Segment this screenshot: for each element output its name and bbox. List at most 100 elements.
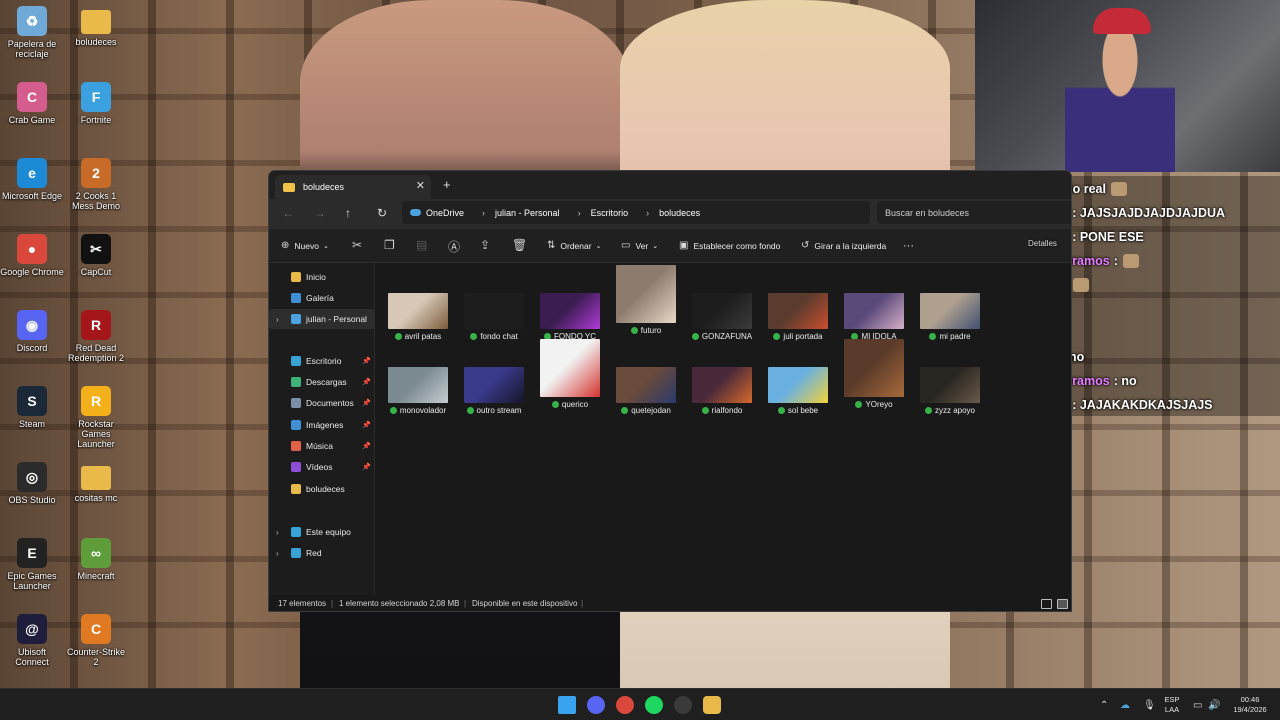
file-item[interactable]: monovolador [383,367,453,415]
refresh-icon[interactable]: ↻ [377,206,387,220]
sidebar-item-escritorio[interactable]: Escritorio 📌 [269,351,375,371]
file-item[interactable]: mi padre [915,293,985,341]
more-options-button[interactable]: ··· [903,240,914,252]
chevron-right-icon[interactable]: › [276,528,279,537]
cut-icon[interactable]: ✂ [352,238,362,252]
volume-icon[interactable]: 🔊 [1208,700,1220,711]
taskbar-chrome-button[interactable] [616,696,634,714]
desktop-icon-ubisoft[interactable]: @ Ubisoft Connect [0,614,64,667]
sidebar-item-galer-a[interactable]: Galería [269,288,375,308]
taskbar-file-explorer-button[interactable] [703,696,721,714]
language-indicator[interactable]: ESP LAA [1160,695,1184,715]
file-item[interactable]: rialfondo [687,367,757,415]
desktop-icon-recycle-bin[interactable]: ♻ Papelera de reciclaje [0,6,64,59]
sidebar-item-boludeces[interactable]: boludeces [269,479,375,499]
new-tab-button[interactable]: + [443,177,451,192]
desktop-icon-folder[interactable]: boludeces [64,6,128,47]
sidebar-item-documentos[interactable]: Documentos 📌 [269,393,375,413]
file-item[interactable]: juli portada [763,293,833,341]
desktop-icon-crab-game[interactable]: C Crab Game [0,82,64,125]
desktop-icon-cs2[interactable]: C Counter-Strike 2 [64,614,128,667]
file-item[interactable]: GONZAFUNA [687,293,757,341]
large-icons-view-toggle-icon[interactable] [1057,599,1068,609]
file-item[interactable]: querico [535,339,605,409]
desktop-icon-chrome[interactable]: ● Google Chrome [0,234,64,277]
desktop-icon-edge[interactable]: e Microsoft Edge [0,158,64,201]
desktop-icon-epic-games[interactable]: E Epic Games Launcher [0,538,64,591]
desktop-icon-discord[interactable]: ◉ Discord [0,310,64,353]
chevron-right-icon[interactable]: › [276,315,279,324]
status-divider: | [581,599,584,608]
sidebar-item-m-sica[interactable]: Música 📌 [269,436,375,456]
clock[interactable]: 00:46 19/4/2026 [1224,695,1276,715]
up-arrow-icon[interactable]: ↑ [345,206,351,220]
file-item[interactable]: futuro [611,265,681,335]
taskbar-start-button[interactable] [558,696,576,714]
file-item[interactable]: YOreyo [839,339,909,409]
rotate-left-button[interactable]: ↺ Girar a la izquierda [801,240,886,251]
sidebar-item-im-genes[interactable]: Imágenes 📌 [269,415,375,435]
network-icon [291,548,301,558]
sidebar-item-descargas[interactable]: Descargas 📌 [269,372,375,392]
desktop-icon-fortnite[interactable]: F Fortnite [64,82,128,125]
desktop-icon-cooks-game[interactable]: 2 2 Cooks 1 Mess Demo [64,158,128,211]
view-button[interactable]: ▭ Ver ⌄ [621,240,658,251]
desktop-icon-capcut[interactable]: ✂ CapCut [64,234,128,277]
network-icon[interactable]: ▭ [1193,700,1202,711]
breadcrumb-onedrive[interactable]: OneDrive [426,208,464,218]
file-item[interactable]: sol bebe [763,367,833,415]
taskbar-spotify-button[interactable] [645,696,663,714]
chevron-right-icon[interactable]: › [276,549,279,558]
desktop-icon-folder[interactable]: cositas mc [64,462,128,503]
file-item[interactable]: quetejodan [611,367,681,415]
microphone-icon[interactable]: 🎙 [1143,700,1156,711]
share-icon[interactable]: ⇪ [480,238,490,252]
breadcrumb-boludeces[interactable]: boludeces [659,208,700,218]
breadcrumb-personal[interactable]: julian - Personal [495,208,560,218]
file-name-label: outro stream [476,406,522,415]
sidebar-item-inicio[interactable]: Inicio [269,267,375,287]
sidebar-item-este-equipo[interactable]: › Este equipo [269,522,375,542]
set-background-button[interactable]: ▣ Establecer como fondo [679,240,780,251]
forward-arrow-icon[interactable]: → [314,206,326,220]
file-name-label: rialfondo [711,406,743,415]
sidebar-item-julian-personal[interactable]: › julian - Personal [269,309,375,329]
tab-boludeces[interactable]: boludeces ✕ [275,175,431,199]
desktop-icon-rockstar[interactable]: R Rockstar Games Launcher [64,386,128,449]
rename-icon[interactable]: Ⓐ [448,238,460,255]
onedrive-tray-icon[interactable]: ☁ [1120,700,1130,711]
sync-status-icon [630,327,638,334]
sidebar-item-red[interactable]: › Red [269,543,375,563]
desktop-icon-rdr2[interactable]: R Red Dead Redemption 2 [64,310,128,363]
file-item[interactable]: fondo chat [459,293,529,341]
file-item[interactable]: avril patas [383,293,453,341]
documents-icon [291,398,301,408]
sidebar-item-label: Red [306,548,322,558]
back-arrow-icon[interactable]: ← [282,206,294,220]
file-item[interactable]: MI IDOLA [839,293,909,341]
address-bar[interactable]: OneDrive › julian - Personal › Escritori… [402,201,870,224]
desktop-icon-steam[interactable]: S Steam [0,386,64,429]
sort-button[interactable]: ⇅ Ordenar ⌄ [547,240,601,251]
paste-icon[interactable]: ▤ [416,238,427,252]
taskbar-obs-button[interactable] [674,696,692,714]
new-button[interactable]: ⊕ Nuevo ⌄ [281,240,329,251]
desktop-icon-obs[interactable]: ◎ OBS Studio [0,462,64,505]
file-item[interactable]: FONDO YC [535,293,605,341]
taskbar-discord-button[interactable] [587,696,605,714]
desktop-icon-minecraft[interactable]: ∞ Minecraft [64,538,128,581]
delete-icon[interactable]: 🗑 [512,238,527,252]
breadcrumb-escritorio[interactable]: Escritorio [591,208,629,218]
recycle-bin-icon: ♻ [17,6,47,36]
file-name: querico [535,400,605,409]
downloads-icon [291,377,301,387]
copy-icon[interactable]: ❐ [384,238,395,252]
file-item[interactable]: outro stream [459,367,529,415]
sidebar-item-v-deos[interactable]: Vídeos 📌 [269,457,375,477]
file-item[interactable]: zyzz apoyo [915,367,985,415]
close-icon[interactable]: ✕ [416,179,425,192]
search-input[interactable]: Buscar en boludeces [877,201,1071,224]
file-name-label: mi padre [939,332,971,341]
chevron-up-icon[interactable]: ⌃ [1100,700,1108,711]
details-view-toggle-icon[interactable] [1041,599,1052,609]
